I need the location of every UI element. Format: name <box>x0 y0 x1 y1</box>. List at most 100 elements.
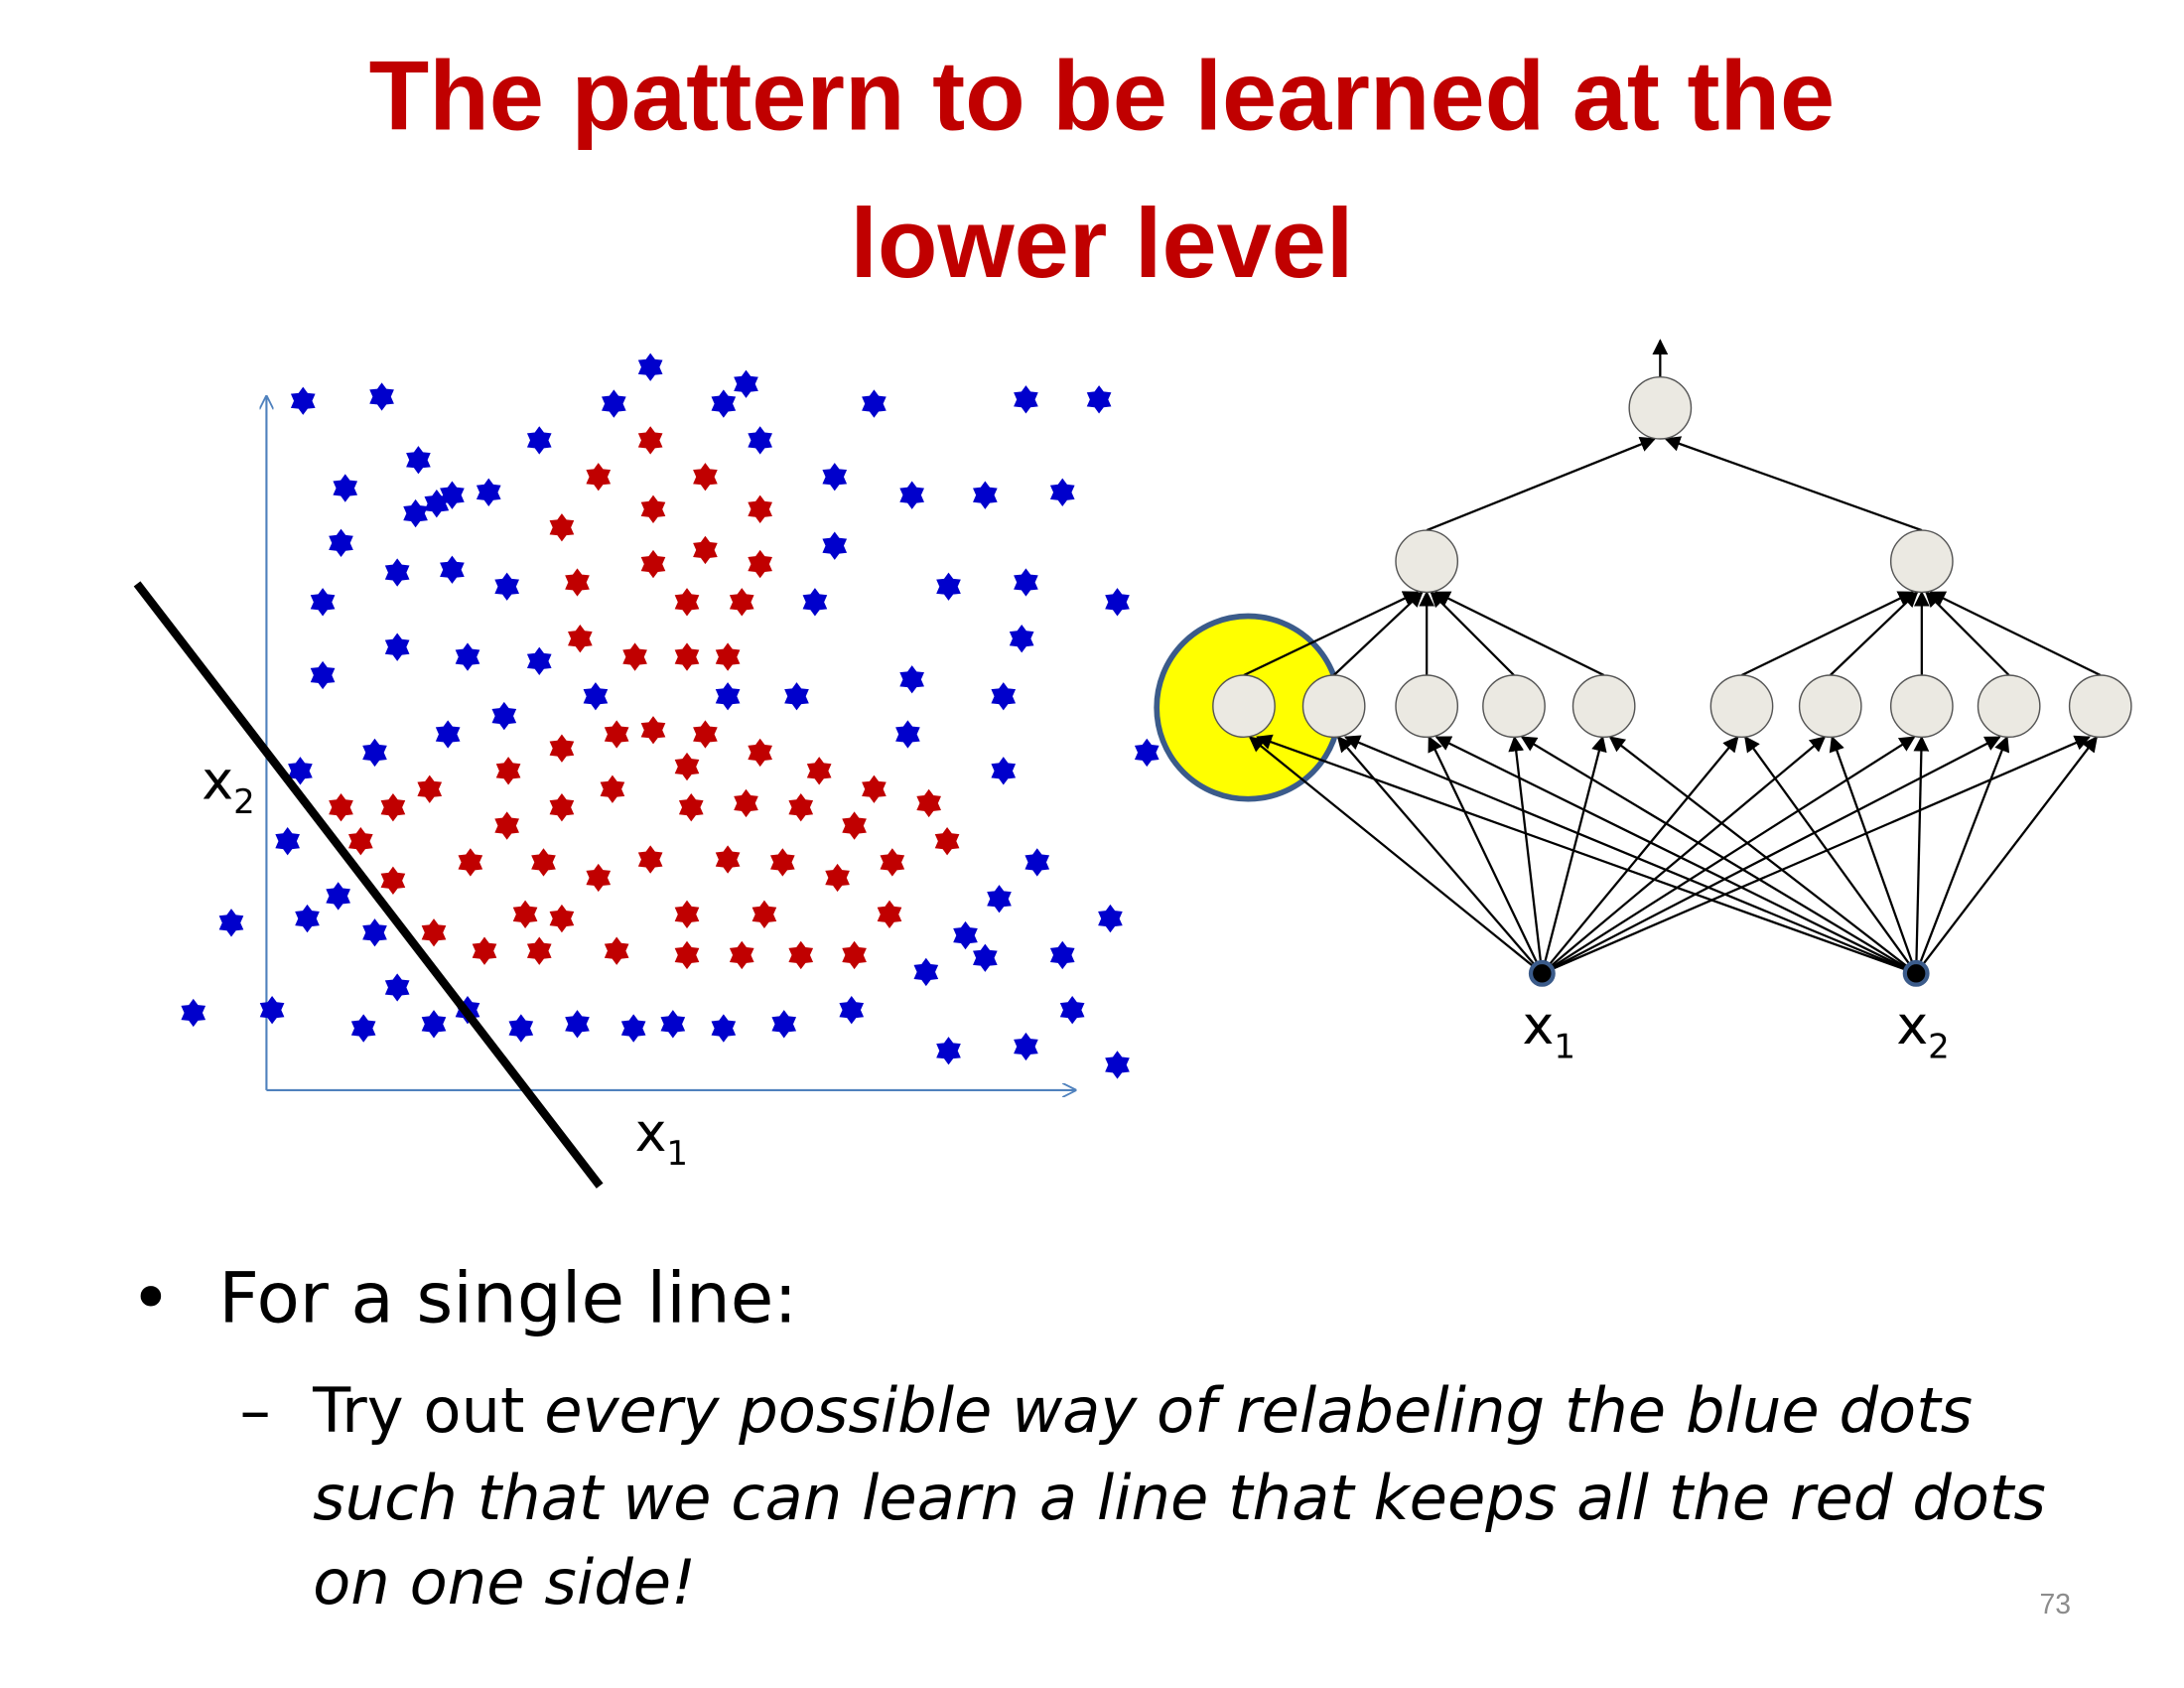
hidden1-neuron <box>1482 674 1546 739</box>
red-dot <box>729 588 754 617</box>
blue-dot <box>1049 940 1075 970</box>
hidden1-to-hidden2-edge <box>1929 591 2102 677</box>
blue-dot <box>508 1014 534 1043</box>
hidden1-to-hidden2-edge <box>1741 591 1915 677</box>
input-x1-label: x1 <box>1523 994 1575 1066</box>
blue-dot <box>899 665 924 694</box>
red-dot <box>806 757 832 785</box>
blue-dot <box>1024 848 1050 877</box>
red-dot <box>748 549 772 579</box>
blue-dot <box>403 498 428 528</box>
red-dot <box>586 463 612 492</box>
red-dot <box>640 716 666 745</box>
blue-dot <box>660 1010 686 1039</box>
blue-dot <box>326 882 350 911</box>
blue-dot <box>1105 1051 1130 1079</box>
hidden1-to-hidden2-edge <box>1430 591 1515 676</box>
blue-dot <box>583 682 609 711</box>
hidden1-neuron <box>1395 674 1459 739</box>
hidden1-to-hidden2-edge <box>1433 591 1605 677</box>
blue-dot <box>362 738 387 768</box>
red-dot <box>604 936 629 965</box>
sub-bullet-line-1: Try out every possible way of relabeling… <box>312 1374 1973 1447</box>
slide-title-line-2: lower level <box>850 189 1353 299</box>
blue-dot <box>275 827 300 856</box>
hidden1-neuron <box>1212 674 1276 739</box>
blue-dot <box>936 1037 961 1065</box>
blue-dot <box>822 531 848 560</box>
blue-dot <box>973 943 998 972</box>
blue-dot <box>899 481 924 509</box>
blue-dot <box>384 633 410 661</box>
blue-dot <box>1105 588 1130 617</box>
red-dot <box>693 535 718 565</box>
blue-dot <box>771 1010 797 1039</box>
blue-dot <box>369 382 394 411</box>
red-dot <box>329 793 353 822</box>
blue-dot <box>526 426 552 455</box>
hidden1-to-hidden2-edge <box>1829 591 1919 676</box>
output-neuron <box>1628 375 1693 440</box>
hidden1-neuron <box>1301 674 1366 739</box>
blue-dot <box>362 918 387 947</box>
blue-dot <box>406 446 431 475</box>
red-dot <box>770 848 795 877</box>
red-dot <box>788 940 814 970</box>
red-dot <box>622 642 647 671</box>
slide-title-line-1: The pattern to be learned at the <box>369 41 1836 151</box>
red-dot <box>748 738 772 768</box>
red-dot <box>421 918 447 947</box>
blue-dot <box>913 957 939 987</box>
blue-dot <box>620 1014 646 1043</box>
input-node <box>1902 959 1930 987</box>
hidden2-neuron <box>1395 529 1459 594</box>
hidden1-neuron <box>1798 674 1862 739</box>
red-dot <box>417 774 443 803</box>
neural-network-diagram: x1 x2 <box>1154 339 2132 1066</box>
blue-dot <box>991 682 1017 711</box>
red-dot <box>842 940 867 970</box>
blue-dot <box>839 996 865 1025</box>
blue-dot <box>1059 996 1085 1025</box>
y-axis-label: x2 <box>202 750 254 822</box>
hidden2-to-output-edge <box>1664 436 1923 532</box>
blue-dot <box>1014 568 1038 597</box>
bullet-main-text: For a single line: <box>218 1257 797 1339</box>
red-dot <box>877 900 902 928</box>
blue-dot <box>936 572 961 601</box>
blue-dot <box>310 660 336 690</box>
blue-dot <box>384 973 410 1002</box>
input-to-hidden1-edge <box>1336 736 1544 975</box>
blue-dot <box>440 555 465 584</box>
red-dot <box>715 642 741 671</box>
hidden1-neuron <box>2068 674 2132 739</box>
red-dot <box>825 863 850 893</box>
blue-dot <box>565 1010 590 1039</box>
hidden1-neuron <box>1709 674 1774 739</box>
blue-dot <box>290 386 316 415</box>
red-dot <box>495 757 521 785</box>
red-dot <box>788 793 814 822</box>
red-dot <box>693 463 718 492</box>
blue-dot <box>526 646 552 675</box>
hidden1-to-hidden2-edge <box>1925 591 2010 676</box>
red-dot <box>934 827 960 856</box>
red-dot <box>526 936 552 965</box>
red-dot <box>748 494 772 523</box>
scatter-dots <box>181 352 1160 1079</box>
red-dot <box>565 568 590 597</box>
red-dot <box>604 720 629 749</box>
x-axis-label: x1 <box>635 1101 689 1174</box>
input-x2-label: x2 <box>1896 994 1950 1066</box>
blue-dot <box>1009 625 1034 653</box>
red-dot <box>549 793 575 822</box>
blue-dot <box>784 682 809 711</box>
blue-dot <box>637 352 663 381</box>
red-dot <box>678 793 704 822</box>
hidden2-to-output-edge <box>1426 436 1657 532</box>
red-dot <box>674 588 700 617</box>
blue-dot <box>295 904 320 933</box>
red-dot <box>693 720 718 749</box>
red-dot <box>549 904 575 933</box>
hidden1-neuron <box>1571 674 1636 739</box>
